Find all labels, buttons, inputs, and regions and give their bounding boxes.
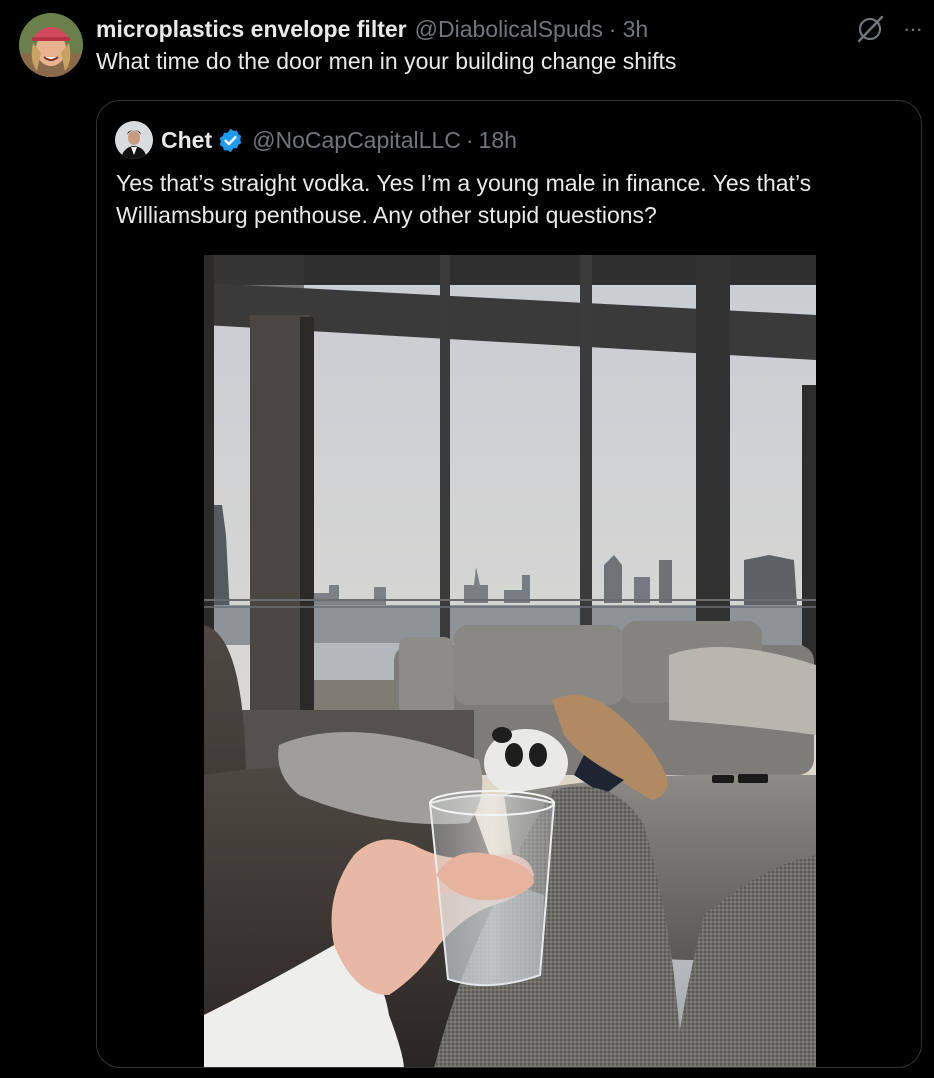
quoted-tweet-text-line: Williamsburg penthouse. Any other stupid… [116, 202, 657, 228]
quoted-tweet-timestamp[interactable]: 18h [479, 127, 517, 154]
quoted-author-handle[interactable]: @NoCapCapitalLLC [252, 127, 461, 154]
tweet-timestamp[interactable]: 3h [623, 16, 649, 43]
quoted-tweet[interactable]: Chet @NoCapCapitalLLC · 18h Yes that’s s… [96, 100, 922, 1068]
tweet-header-actions: ··· [855, 14, 923, 44]
verified-badge-icon [212, 127, 244, 154]
separator-dot: · [465, 126, 474, 153]
author-avatar[interactable] [19, 13, 83, 77]
quoted-tweet-text-line: Yes that’s straight vodka. Yes I’m a you… [116, 170, 812, 196]
separator-dot: · [608, 15, 617, 42]
author-handle[interactable]: @DiabolicalSpuds [415, 16, 603, 43]
quoted-tweet-text: Yes that’s straight vodka. Yes I’m a you… [116, 167, 906, 231]
tweet: microplastics envelope filter @Diabolica… [0, 0, 934, 1078]
more-icon[interactable]: ··· [903, 18, 923, 40]
quoted-author-display-name[interactable]: Chet [161, 127, 212, 154]
tweet-header: microplastics envelope filter @Diabolica… [96, 14, 648, 44]
tweet-photo[interactable] [204, 255, 816, 1067]
grok-icon[interactable] [855, 14, 885, 44]
author-display-name[interactable]: microplastics envelope filter [96, 16, 407, 43]
quoted-author-avatar[interactable] [115, 121, 153, 159]
tweet-text: What time do the door men in your buildi… [96, 48, 677, 74]
quoted-tweet-header: Chet @NoCapCapitalLLC · 18h [161, 124, 517, 156]
